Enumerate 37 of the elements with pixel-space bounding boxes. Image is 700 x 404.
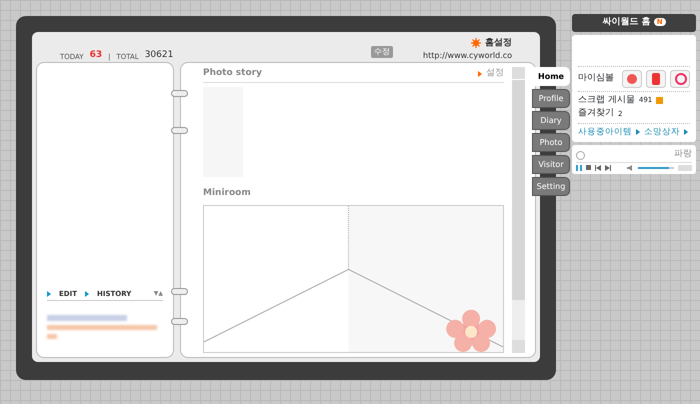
- tab[interactable]: Diary: [532, 111, 570, 130]
- tab[interactable]: Setting: [532, 177, 570, 196]
- widget-link[interactable]: 소망상자: [644, 126, 680, 138]
- tab[interactable]: Photo: [532, 133, 570, 152]
- tab[interactable]: Home: [532, 67, 570, 86]
- home-settings-link[interactable]: 홈설정: [485, 36, 512, 50]
- triangle-icon: [478, 70, 482, 77]
- tab[interactable]: Profile: [532, 89, 570, 108]
- next-icon[interactable]: [605, 164, 611, 171]
- previous-icon[interactable]: [595, 164, 601, 171]
- stop-icon[interactable]: [586, 165, 591, 170]
- binder-ring: [171, 288, 188, 295]
- scrollbar[interactable]: [512, 67, 525, 353]
- widget-link[interactable]: 사용중아이템: [578, 126, 632, 138]
- disc-icon: [576, 150, 585, 160]
- today-count: 63: [90, 48, 102, 62]
- homepage-url[interactable]: http://www.cyworld.co: [423, 50, 512, 62]
- pause-icon[interactable]: [576, 164, 582, 171]
- volume-icon: [627, 164, 634, 171]
- binder-ring: [171, 127, 188, 134]
- triangle-icon: [684, 128, 688, 135]
- triangle-icon: [636, 128, 640, 135]
- section-title: Photo story: [203, 67, 262, 80]
- triangle-icon: [84, 290, 89, 297]
- edit-button[interactable]: 수정: [371, 46, 394, 58]
- settings-link[interactable]: 설정: [486, 67, 504, 80]
- tab[interactable]: Visitor: [532, 155, 570, 174]
- sun-icon: [471, 38, 481, 48]
- favorites-label: 즐겨찾기: [578, 107, 614, 120]
- triangle-icon: [47, 290, 51, 297]
- scrap-label: 스크랩 게시물: [578, 94, 635, 106]
- total-count: 30621: [144, 48, 174, 62]
- symbol-label: 마이심볼: [578, 72, 615, 85]
- binder-ring: [171, 318, 188, 325]
- section-title: Miniroom: [203, 186, 252, 200]
- binder-ring: [171, 90, 188, 97]
- track-title: 파랑: [674, 148, 692, 162]
